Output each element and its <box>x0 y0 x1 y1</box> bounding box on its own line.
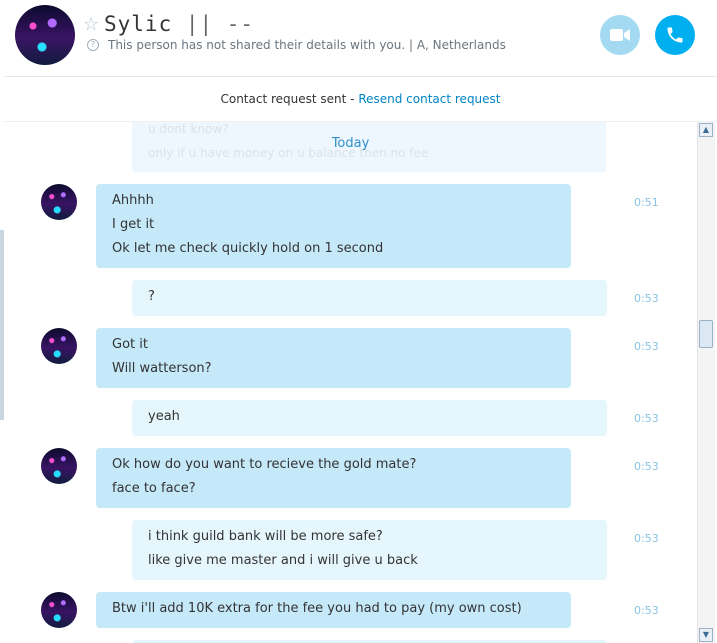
message-line: I get it <box>112 217 155 232</box>
message-line: Btw i'll add 10K extra for the fee you h… <box>112 601 522 616</box>
message-line: yeah <box>148 409 180 424</box>
resend-request-link[interactable]: Resend contact request <box>358 92 500 106</box>
message-bubble[interactable]: Ok how do you want to recieve the gold m… <box>96 448 571 508</box>
sender-avatar[interactable] <box>41 592 77 628</box>
info-icon[interactable]: ? <box>87 39 99 51</box>
message-timestamp: 0:53 <box>634 340 659 353</box>
message-bubble[interactable]: Ahhhh I get it Ok let me check quickly h… <box>96 184 571 268</box>
chat-history[interactable]: u dont know? only if u have money on u b… <box>4 122 697 643</box>
star-outline-icon[interactable]: ☆ <box>83 14 99 35</box>
message-line: ? <box>148 289 155 304</box>
message-line: Ok how do you want to recieve the gold m… <box>112 457 417 472</box>
message-timestamp: 0:53 <box>634 460 659 473</box>
message-line: Ok let me check quickly hold on 1 second <box>112 241 384 256</box>
date-separator: Today <box>331 136 370 151</box>
message-line: like give me master and i will give u ba… <box>148 553 418 568</box>
conversation-header: ☆ Sylic || -- ? This person has not shar… <box>4 0 717 77</box>
contact-request-bar: Contact request sent - Resend contact re… <box>4 77 717 122</box>
message-bubble[interactable]: yeah <box>132 400 607 436</box>
request-status-text: Contact request sent - <box>220 92 359 106</box>
message-line: i think guild bank will be more safe? <box>148 529 383 544</box>
message-line: Ahhhh <box>112 193 154 208</box>
message-bubble[interactable]: Got it Will watterson? <box>96 328 571 388</box>
message-timestamp: 0:51 <box>634 196 659 209</box>
scroll-down-button[interactable]: ▼ <box>699 628 713 642</box>
contact-avatar[interactable] <box>15 5 75 65</box>
message-line: Will watterson? <box>112 361 212 376</box>
scroll-up-button[interactable]: ▲ <box>699 123 713 137</box>
sender-avatar[interactable] <box>41 184 77 220</box>
message-bubble[interactable]: Btw i'll add 10K extra for the fee you h… <box>96 592 571 628</box>
sender-avatar[interactable] <box>41 448 77 484</box>
message-line: face to face? <box>112 481 196 496</box>
scroll-thumb[interactable] <box>699 320 713 348</box>
video-call-button[interactable] <box>600 15 640 55</box>
message-timestamp: 0:53 <box>634 292 659 305</box>
sender-avatar[interactable] <box>41 328 77 364</box>
message-timestamp: 0:53 <box>634 604 659 617</box>
chat-scrollbar[interactable]: ▲ ▼ <box>697 122 715 643</box>
call-button[interactable] <box>655 15 695 55</box>
video-camera-icon <box>610 29 630 41</box>
phone-icon <box>667 27 683 43</box>
contact-details: This person has not shared their details… <box>108 38 506 52</box>
contact-name[interactable]: Sylic || -- <box>104 12 254 36</box>
message-timestamp: 0:53 <box>634 412 659 425</box>
message-bubble[interactable]: ? <box>132 280 607 316</box>
message-timestamp: 0:53 <box>634 532 659 545</box>
message-line: Got it <box>112 337 148 352</box>
previous-message-line: u dont know? <box>148 122 229 136</box>
message-bubble[interactable]: i think guild bank will be more safe? li… <box>132 520 607 580</box>
